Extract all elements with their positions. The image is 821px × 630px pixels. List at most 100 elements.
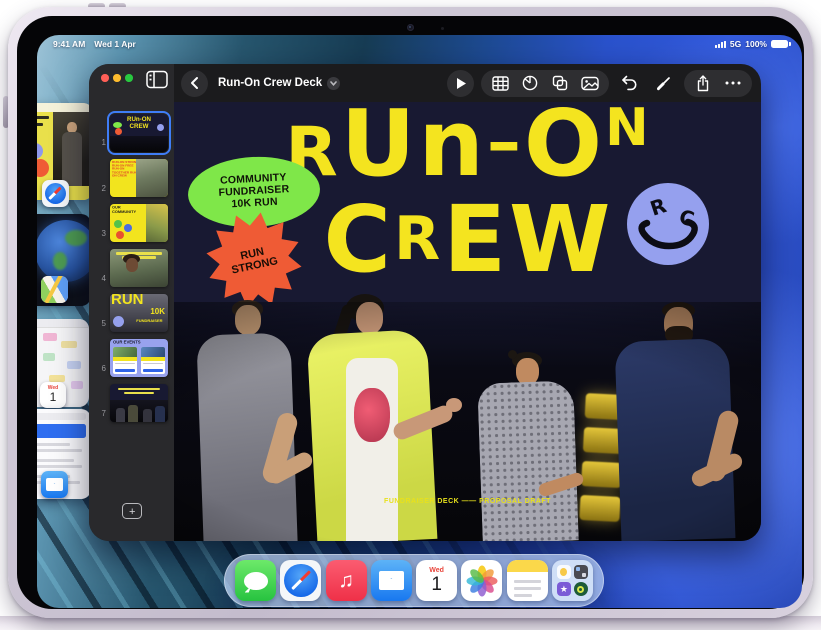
close-window-button[interactable] xyxy=(101,74,109,82)
calendar-event xyxy=(43,353,55,361)
insert-chart-button[interactable] xyxy=(515,75,545,91)
slide-thumbnail-3[interactable]: OUR COMMUNITY xyxy=(110,204,168,242)
view-options-icon[interactable] xyxy=(146,70,168,89)
slide-thumbnail-7[interactable] xyxy=(110,384,168,422)
app-library-tile-star: ★ xyxy=(557,582,571,596)
insert-shape-button[interactable] xyxy=(545,75,575,91)
slide-thumbnail-1[interactable]: RUn-ON CREW xyxy=(110,114,168,152)
dock-messages-icon[interactable] xyxy=(235,560,276,601)
slide-thumbnail-2[interactable]: RUN-ON STRONG RUN-ON FREE RUN-ON TOGETHE… xyxy=(110,159,168,197)
dock-calendar-icon[interactable]: Wed 1 xyxy=(416,560,457,601)
slide-number: 3 xyxy=(93,229,106,238)
app-library-tile-mini xyxy=(574,565,588,579)
thumb7-figure xyxy=(128,405,138,422)
thumb1-smiley-sticker xyxy=(157,124,164,131)
thumb7-photo xyxy=(110,400,168,422)
thumb7-figure xyxy=(155,406,165,422)
document-title: Run-On Crew Deck xyxy=(218,77,322,89)
document-title-button[interactable]: Run-On Crew Deck xyxy=(218,77,340,90)
runner-2-head xyxy=(356,302,383,334)
dock-app-library-icon[interactable]: ★ xyxy=(552,560,593,601)
thumb3-badge xyxy=(116,231,124,239)
microphone-hole xyxy=(441,27,444,30)
more-button[interactable] xyxy=(718,81,748,85)
minimize-window-button[interactable] xyxy=(113,74,121,82)
maps-app-icon[interactable] xyxy=(41,276,68,303)
calendar-event xyxy=(61,341,77,348)
runner-4-head xyxy=(664,307,693,341)
music-note-glyph: ♫ xyxy=(338,569,354,593)
slide-canvas[interactable]: RUn–ON CREW COMMUNITY FUNDRAISER 10K RUN xyxy=(174,102,761,541)
rc-smiley-badge[interactable]: R C xyxy=(626,182,710,266)
calendar-event xyxy=(67,361,81,369)
runner-2-ponytail xyxy=(333,303,356,341)
runner-3-hair xyxy=(512,352,542,369)
share-group xyxy=(684,70,752,97)
decor-line xyxy=(37,123,43,126)
runners-photo[interactable] xyxy=(174,302,761,541)
desk-surface xyxy=(0,616,821,630)
slide-number: 6 xyxy=(93,364,106,373)
mail-line xyxy=(37,465,82,468)
safari-app-icon[interactable] xyxy=(42,180,69,207)
status-time: 9:41 AM xyxy=(53,39,85,49)
share-button[interactable] xyxy=(688,75,718,92)
thumb3-badge xyxy=(124,224,132,232)
mail-line xyxy=(37,443,70,446)
slide-caption[interactable]: FUNDRAISER DECK —— PROPOSAL DRAFT xyxy=(174,498,761,505)
maps-landmass xyxy=(65,230,87,246)
ipad-screen: 9:41 AM Wed 1 Apr 5G 100% xyxy=(37,35,802,608)
slide-thumbnail-5[interactable]: RUN 10K FUNDRAISER xyxy=(110,294,168,332)
dock-music-icon[interactable]: ♫ xyxy=(326,560,367,601)
calendar-icon-day: 1 xyxy=(50,391,57,404)
ipad-bezel: 9:41 AM Wed 1 Apr 5G 100% xyxy=(17,16,804,609)
battery-percent: 100% xyxy=(745,39,767,49)
mail-row-selected xyxy=(37,424,86,438)
thumb1-photo xyxy=(110,136,168,152)
runner-1-hair xyxy=(232,300,263,317)
thumb1-orange-sticker xyxy=(115,128,122,135)
mail-app-icon-strip[interactable] xyxy=(41,471,68,498)
thumb7-figure xyxy=(116,408,125,422)
runner-4-hair xyxy=(662,302,695,319)
thumb3-photo xyxy=(146,204,168,242)
thumb3-badge xyxy=(114,220,122,228)
add-slide-button[interactable]: + xyxy=(122,503,142,519)
maps-landmass xyxy=(53,252,67,270)
runner-4-beard xyxy=(665,326,693,344)
runner-2-jacket xyxy=(307,329,438,541)
runner-1-arm xyxy=(260,411,299,486)
thumb6-event-card xyxy=(141,347,165,374)
format-brush-button[interactable] xyxy=(650,70,677,97)
slide-number: 2 xyxy=(93,184,106,193)
messages-bubble-glyph xyxy=(244,572,268,590)
dock-safari-icon[interactable] xyxy=(280,560,321,601)
safari-dial xyxy=(45,183,66,204)
slide-number: 1 xyxy=(93,138,106,147)
dock-photos-icon[interactable] xyxy=(461,560,502,601)
thumb5-run-word: RUN xyxy=(111,294,168,308)
insert-table-button[interactable] xyxy=(485,76,515,91)
slide-number: 5 xyxy=(93,319,106,328)
notes-line xyxy=(514,587,541,590)
calendar-app-icon[interactable]: Wed 1 xyxy=(40,382,66,408)
calendar-event xyxy=(49,375,65,382)
thumb7-quote-bar xyxy=(124,392,154,394)
insert-media-button[interactable] xyxy=(575,76,605,91)
undo-button[interactable] xyxy=(616,70,643,97)
play-button[interactable] xyxy=(447,70,474,97)
back-button[interactable] xyxy=(181,70,208,97)
maps-globe xyxy=(37,220,91,282)
thumb6-card-button xyxy=(115,369,135,372)
mail-search xyxy=(37,413,86,420)
dock-notes-icon[interactable] xyxy=(507,560,548,601)
thumb6-card-photo xyxy=(113,347,137,357)
mail-line xyxy=(37,449,82,452)
thumb4-figure-head xyxy=(126,258,138,272)
zoom-window-button[interactable] xyxy=(125,74,133,82)
slide-thumbnail-6[interactable]: OUR EVENTS xyxy=(110,339,168,377)
title-chevron-down-icon[interactable] xyxy=(327,77,340,90)
dock-mail-icon[interactable] xyxy=(371,560,412,601)
safari-needle xyxy=(49,187,62,200)
slide-thumbnail-4[interactable] xyxy=(110,249,168,287)
